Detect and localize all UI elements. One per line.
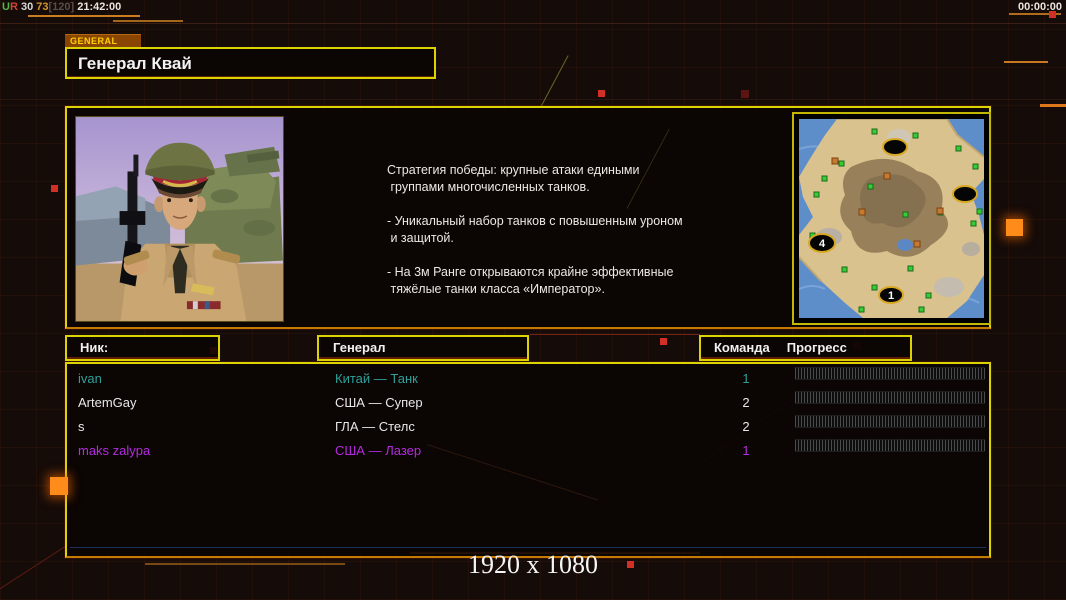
match-timer: 00:00:00 [1017, 1, 1062, 13]
player-general: ГЛА — Стелс [335, 419, 415, 434]
map-preview: 4 1 [792, 112, 991, 325]
decor-glow-square [1006, 219, 1023, 236]
header-team-progress: Команда Прогресс [699, 335, 912, 361]
perf-segment: U [2, 1, 10, 13]
player-team: 1 [742, 443, 750, 458]
description-line [387, 196, 727, 213]
description-line: Стратегия победы: крупные атаки едиными [387, 163, 640, 177]
player-nick: maks zalypa [78, 443, 151, 458]
player-row: ArtemGay США — Супер 2 [67, 391, 989, 415]
decor-dash [530, 334, 700, 335]
players-panel: ivan Китай — Танк 1 ArtemGay США — Супер… [65, 362, 991, 558]
decor-dash [1040, 104, 1066, 107]
perf-segment: 73 [36, 1, 49, 13]
decor-square [660, 338, 667, 345]
player-progress-bar [795, 439, 985, 452]
player-general: США — Супер [335, 395, 423, 410]
player-row: s ГЛА — Стелс 2 [67, 415, 989, 439]
player-progress-bar [795, 367, 985, 380]
decor-blue-line [70, 547, 986, 548]
bg-hline [0, 99, 1066, 100]
header-progress: Прогресс [786, 340, 847, 355]
player-nick: ArtemGay [78, 395, 137, 410]
decor-dash [113, 20, 183, 22]
player-general: США — Лазер [335, 443, 422, 458]
decor-square-dark [741, 90, 749, 98]
general-portrait [75, 116, 284, 322]
general-title-box: Генерал Квай [65, 47, 436, 79]
perf-segment: 30 [17, 1, 37, 13]
general-tab: GENERAL [65, 34, 141, 47]
description-line: тяжёлые танки класса «Император». [387, 282, 605, 296]
player-progress-bar [795, 415, 985, 428]
header-team: Команда [714, 340, 770, 355]
decor-dash [28, 15, 140, 17]
map-start-marker-1: 1 [888, 290, 894, 302]
decor-diagonal [539, 55, 569, 109]
decor-dash [1004, 61, 1048, 63]
player-progress-bar [795, 391, 985, 404]
player-row: maks zalypa США — Лазер 1 [67, 439, 989, 463]
map-start-marker-4: 4 [819, 238, 826, 250]
player-team: 2 [742, 395, 750, 410]
header-general: Генерал [317, 335, 529, 361]
general-portrait-image [76, 117, 283, 321]
decor-square [51, 185, 58, 192]
general-info-panel: Стратегия победы: крупные атаки едиными … [65, 106, 991, 329]
description-line: группами многочисленных танков. [387, 180, 590, 194]
player-row: ivan Китай — Танк 1 [67, 367, 989, 391]
map-preview-image: 4 1 [798, 118, 985, 318]
description-line: - На 3м Ранге открываются крайне эффекти… [387, 265, 674, 279]
player-team: 2 [742, 419, 750, 434]
perf-overlay: UR 30 73[120] 21:42:00 [2, 1, 121, 13]
header-nick: Ник: [65, 335, 220, 361]
description-line: - Уникальный набор танков с повышенным у… [387, 214, 683, 228]
description-line: и защитой. [387, 231, 454, 245]
general-description: Стратегия победы: крупные атаки едиными … [387, 162, 727, 298]
general-title: Генерал Квай [78, 54, 192, 73]
player-nick: ivan [78, 371, 102, 386]
decor-square [598, 90, 605, 97]
perf-segment: [120] [48, 1, 75, 13]
decor-glow-square [50, 477, 68, 495]
resolution-label: 1920 x 1080 [468, 550, 598, 579]
perf-segment: 21:42:00 [74, 1, 122, 13]
perf-segment: R [9, 1, 18, 13]
description-line [387, 247, 727, 264]
bg-hline [0, 23, 1066, 24]
player-general: Китай — Танк [335, 371, 418, 386]
player-team: 1 [742, 371, 750, 386]
player-nick: s [78, 419, 85, 434]
